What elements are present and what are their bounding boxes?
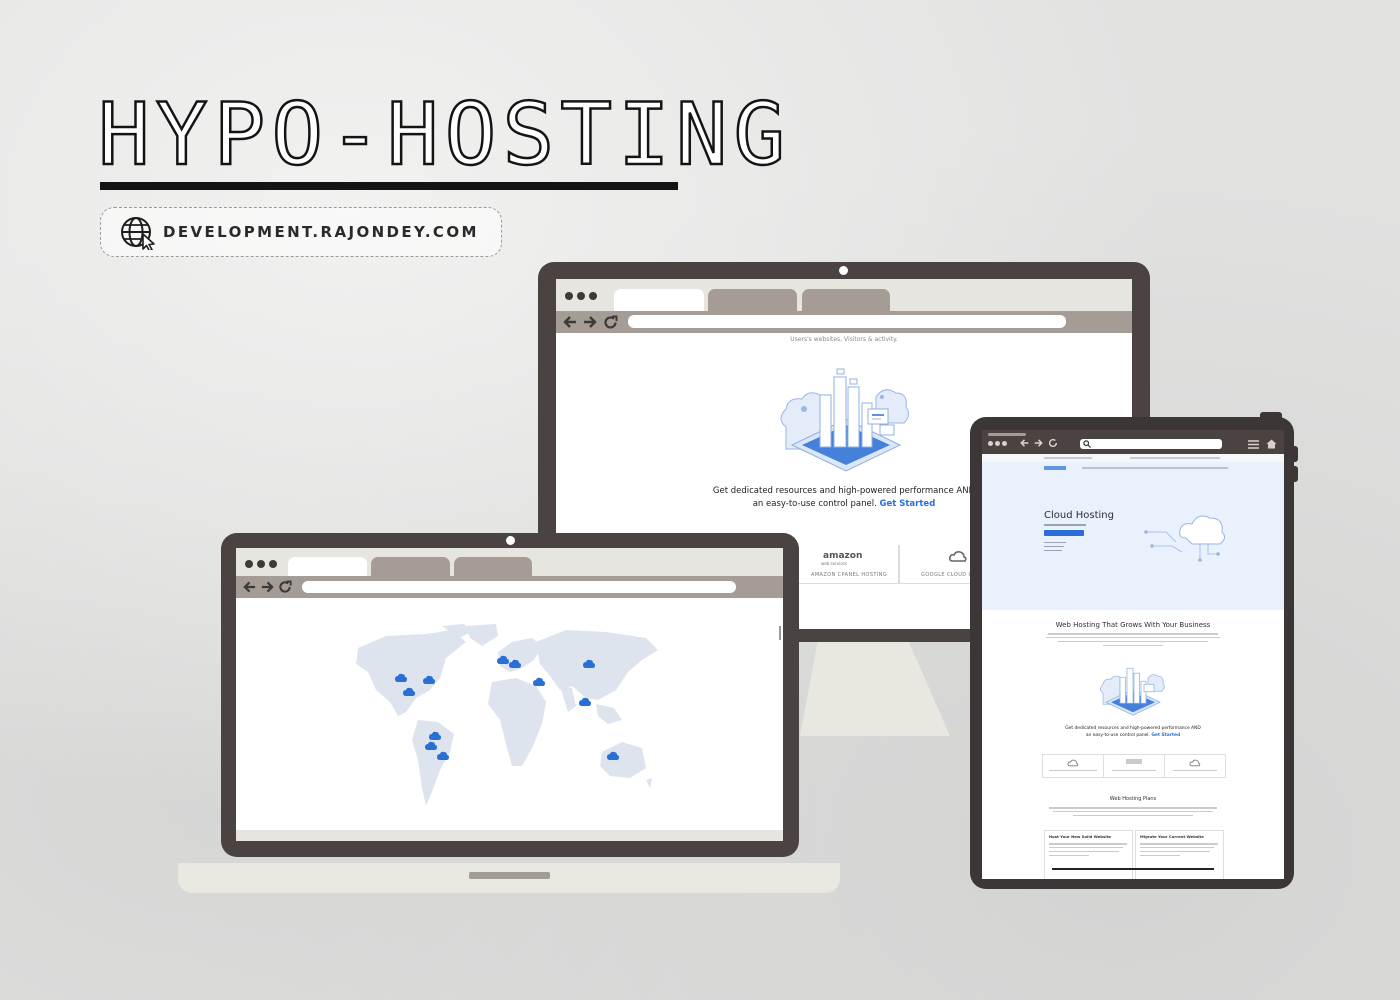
reload-icon[interactable] <box>278 580 292 594</box>
partner-caption: AMAZON CPANEL HOSTING <box>811 572 888 578</box>
google-cloud-icon <box>949 551 967 562</box>
hero-cta-button[interactable] <box>1044 530 1084 536</box>
back-arrow-icon[interactable] <box>243 581 256 593</box>
brand-title: HYPO-HOSTING <box>97 85 792 185</box>
get-started-link[interactable]: Get Started <box>1151 733 1180 738</box>
forward-arrow-icon[interactable] <box>261 581 274 593</box>
tablet-partner-cpanel <box>1042 754 1104 778</box>
tablet-caption: Get dedicated resources and high-powered… <box>1062 725 1204 739</box>
aws-logo <box>1126 759 1142 764</box>
tablet-top-info-bar <box>982 454 1284 462</box>
tablet-screen: Cloud Hosting Web Hosting That Grows Wit… <box>982 430 1284 879</box>
tablet-nav-links <box>1082 467 1228 469</box>
tablet-hero: Cloud Hosting <box>982 462 1284 610</box>
plans-description <box>1048 807 1218 819</box>
plans-title: Web Hosting Plans <box>1109 796 1157 802</box>
scroll-thumb[interactable] <box>779 626 781 640</box>
address-bar[interactable] <box>628 315 1066 328</box>
tablet-tab-strip <box>988 433 1026 436</box>
laptop-toolbar <box>236 576 783 598</box>
partner-aws: amazon web services AMAZON CPANEL HOSTIN… <box>782 545 900 584</box>
tablet-toolbar <box>982 430 1284 454</box>
laptop-tab-bar <box>236 548 783 576</box>
laptop-status-strip <box>236 830 783 841</box>
back-arrow-icon[interactable] <box>1020 439 1029 447</box>
laptop-notch <box>469 872 550 879</box>
horizontal-scrollbar[interactable] <box>1052 868 1214 870</box>
menu-icon[interactable] <box>1248 440 1259 449</box>
search-icon <box>1083 440 1091 448</box>
laptop-screen <box>236 548 783 841</box>
section-description <box>1046 633 1220 649</box>
cloud-network-illustration <box>1144 515 1226 562</box>
monitor-toolbar <box>556 311 1132 333</box>
monitor-camera <box>839 266 848 275</box>
get-started-link[interactable]: Get Started <box>879 499 935 509</box>
globe-cursor-icon <box>121 217 155 250</box>
address-bar[interactable] <box>1080 439 1222 449</box>
tablet-logo <box>1044 466 1066 470</box>
world-map-datacenters <box>356 624 658 806</box>
back-arrow-icon[interactable] <box>563 316 577 328</box>
cloud-icon <box>1067 759 1079 767</box>
monitor-stand <box>800 640 950 736</box>
forward-arrow-icon[interactable] <box>1034 439 1043 447</box>
browser-tab[interactable] <box>802 289 890 311</box>
browser-tab[interactable] <box>708 289 797 311</box>
hero-caption: Get dedicated resources and high-powered… <box>708 485 980 511</box>
tablet-partner-aws <box>1103 754 1165 778</box>
plan-title: Host Your New Solid Website <box>1049 834 1111 839</box>
aws-logo: amazon <box>823 551 863 561</box>
browser-tab-active[interactable] <box>288 557 367 576</box>
browser-tab[interactable] <box>371 557 450 576</box>
hero-title: Cloud Hosting <box>1044 510 1114 521</box>
faded-top-text: Users's websites, Visitors & activity. <box>790 336 898 343</box>
browser-tab[interactable] <box>454 557 532 576</box>
tablet-partner-google <box>1164 754 1226 778</box>
plan-card[interactable]: Host Your New Solid Website <box>1044 830 1133 879</box>
forward-arrow-icon[interactable] <box>583 316 597 328</box>
cloud-server-illustration <box>780 368 910 472</box>
reload-icon[interactable] <box>603 315 618 330</box>
section-title: Web Hosting That Grows With Your Busines… <box>1055 621 1211 629</box>
monitor-tab-bar <box>556 279 1132 311</box>
address-bar[interactable] <box>302 581 736 593</box>
plan-title: Migrate Your Current Website <box>1140 834 1204 839</box>
reload-icon[interactable] <box>1048 438 1058 448</box>
aws-logo-sub: web services <box>821 561 847 566</box>
cloud-server-illustration <box>1100 667 1165 716</box>
hero-caption-text: Get dedicated resources and high-powered… <box>712 486 976 509</box>
tablet-caption-text: Get dedicated resources and high-powered… <box>1065 726 1201 738</box>
google-cloud-icon <box>1189 759 1201 767</box>
browser-tab-active[interactable] <box>614 289 704 311</box>
plan-card[interactable]: Migrate Your Current Website <box>1135 830 1224 879</box>
website-url: DEVELOPMENT.RAJONDEY.COM <box>163 223 479 241</box>
home-icon[interactable] <box>1266 439 1277 449</box>
brand-underline <box>100 182 678 190</box>
laptop-camera <box>506 536 515 545</box>
website-url-pill[interactable]: DEVELOPMENT.RAJONDEY.COM <box>100 207 502 257</box>
